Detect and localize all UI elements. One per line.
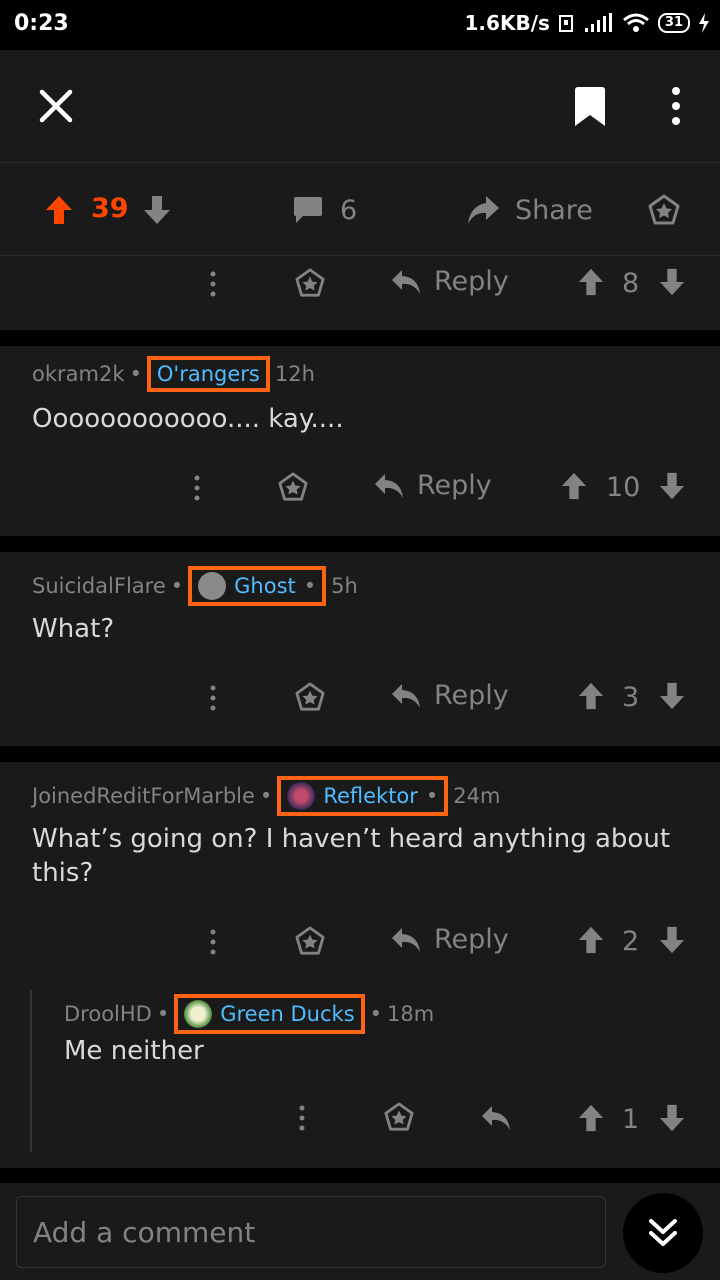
reply-button[interactable]: Reply — [390, 924, 509, 955]
charging-icon — [698, 13, 710, 33]
downvote-icon[interactable] — [658, 682, 686, 710]
more-options-icon[interactable] — [668, 86, 684, 126]
comment-meta: DroolHD • Green Ducks • 18m — [64, 994, 434, 1034]
downvote-icon[interactable] — [658, 472, 686, 500]
thread-line — [30, 990, 32, 1152]
next-comment-button[interactable] — [623, 1193, 703, 1273]
flair-avatar — [287, 782, 316, 810]
upvote-icon[interactable] — [577, 926, 605, 954]
reply-label: Reply — [434, 266, 509, 297]
upvote-icon[interactable] — [577, 268, 605, 296]
downvote-icon[interactable] — [143, 195, 171, 225]
status-bar: 0:23 1.6KB/s 31 — [0, 0, 720, 50]
more-options-icon[interactable] — [295, 1104, 309, 1132]
share-icon[interactable] — [466, 195, 500, 225]
comment-time: 18m — [387, 1002, 435, 1026]
wifi-icon — [622, 12, 650, 34]
post-score: 39 — [91, 193, 129, 224]
comment-score: 1 — [622, 1104, 640, 1135]
flair-avatar — [184, 1000, 213, 1028]
reply-button[interactable]: Reply — [373, 470, 492, 501]
share-button[interactable]: Share — [515, 195, 593, 226]
double-chevron-down-icon — [649, 1219, 677, 1246]
comment-body: Oooooooooooo.... kay.... — [32, 404, 344, 434]
add-comment-input[interactable]: Add a comment — [16, 1196, 606, 1268]
flair-avatar — [198, 572, 227, 600]
username[interactable]: DroolHD — [64, 1002, 152, 1026]
comment: okram2k • O'rangers 12h Oooooooooooo....… — [0, 346, 720, 536]
more-options-icon[interactable] — [206, 270, 220, 298]
username[interactable]: JoinedReditForMarble — [32, 784, 255, 808]
award-icon[interactable] — [278, 472, 308, 502]
comment-count: 6 — [340, 195, 358, 226]
reply-icon — [375, 473, 403, 498]
award-icon[interactable] — [295, 268, 325, 298]
flair-label: O'rangers — [156, 362, 260, 386]
comment: SuicidalFlare • Ghost • 5h What? Reply 3 — [0, 552, 720, 746]
more-options-icon[interactable] — [190, 474, 204, 502]
upvote-icon[interactable] — [560, 472, 588, 500]
upvote-icon[interactable] — [45, 195, 73, 225]
user-flair: Reflektor • — [277, 776, 449, 816]
upvote-icon[interactable] — [577, 682, 605, 710]
award-icon[interactable] — [384, 1102, 414, 1132]
comment-meta: JoinedReditForMarble • Reflektor • 24m — [32, 776, 500, 816]
username[interactable]: SuicidalFlare — [32, 574, 166, 598]
reply-icon — [392, 927, 420, 952]
signal-icon — [584, 13, 614, 33]
user-flair: Green Ducks — [174, 994, 365, 1034]
reply-label: Reply — [434, 924, 509, 955]
close-icon[interactable] — [38, 88, 74, 124]
network-speed: 1.6KB/s — [464, 11, 550, 35]
reply-icon[interactable] — [480, 1104, 512, 1132]
top-bar — [0, 50, 720, 163]
status-time: 0:23 — [14, 11, 69, 36]
more-options-icon[interactable] — [206, 684, 220, 712]
downvote-icon[interactable] — [658, 926, 686, 954]
comment-score: 2 — [622, 926, 640, 957]
sim-icon — [558, 13, 576, 33]
username[interactable]: okram2k — [32, 362, 125, 386]
reply-label: Reply — [434, 680, 509, 711]
comment-time: 5h — [331, 574, 358, 598]
comment-composer-bar: Add a comment — [0, 1183, 720, 1280]
comment-body: What’s going on? I haven’t heard anythin… — [32, 824, 671, 888]
comment-time: 12h — [274, 362, 315, 386]
award-icon[interactable] — [295, 682, 325, 712]
comment-icon[interactable] — [293, 196, 323, 224]
reply-button[interactable]: Reply — [390, 680, 509, 711]
more-options-icon[interactable] — [206, 928, 220, 956]
battery-icon: 31 — [657, 13, 690, 33]
reply-icon — [392, 269, 420, 294]
user-flair: O'rangers — [146, 356, 270, 392]
comment-meta: okram2k • O'rangers 12h — [32, 356, 315, 392]
comment-body: What? — [32, 614, 115, 644]
user-flair: Ghost • — [188, 566, 327, 606]
comment-body: Me neither — [64, 1036, 204, 1066]
comment: JoinedReditForMarble • Reflektor • 24m W… — [0, 762, 720, 1168]
downvote-icon[interactable] — [658, 268, 686, 296]
reply-icon — [392, 683, 420, 708]
comment-score: 3 — [622, 682, 640, 713]
post-action-bar: 39 6 Share — [0, 163, 720, 256]
downvote-icon[interactable] — [658, 1104, 686, 1132]
reply-button[interactable]: Reply — [390, 266, 509, 297]
flair-label: Ghost — [234, 574, 296, 598]
comment-score: 8 — [622, 268, 640, 299]
comment-time: 24m — [453, 784, 501, 808]
bookmark-icon[interactable] — [572, 86, 608, 128]
award-icon[interactable] — [295, 926, 325, 956]
flair-label: Green Ducks — [220, 1002, 355, 1026]
comment-score: 10 — [606, 472, 641, 503]
flair-label: Reflektor — [323, 784, 418, 808]
previous-comment: Reply 8 — [0, 256, 720, 330]
award-icon[interactable] — [648, 194, 680, 226]
reply-label: Reply — [417, 470, 492, 501]
comment-meta: SuicidalFlare • Ghost • 5h — [32, 566, 358, 606]
upvote-icon[interactable] — [577, 1104, 605, 1132]
